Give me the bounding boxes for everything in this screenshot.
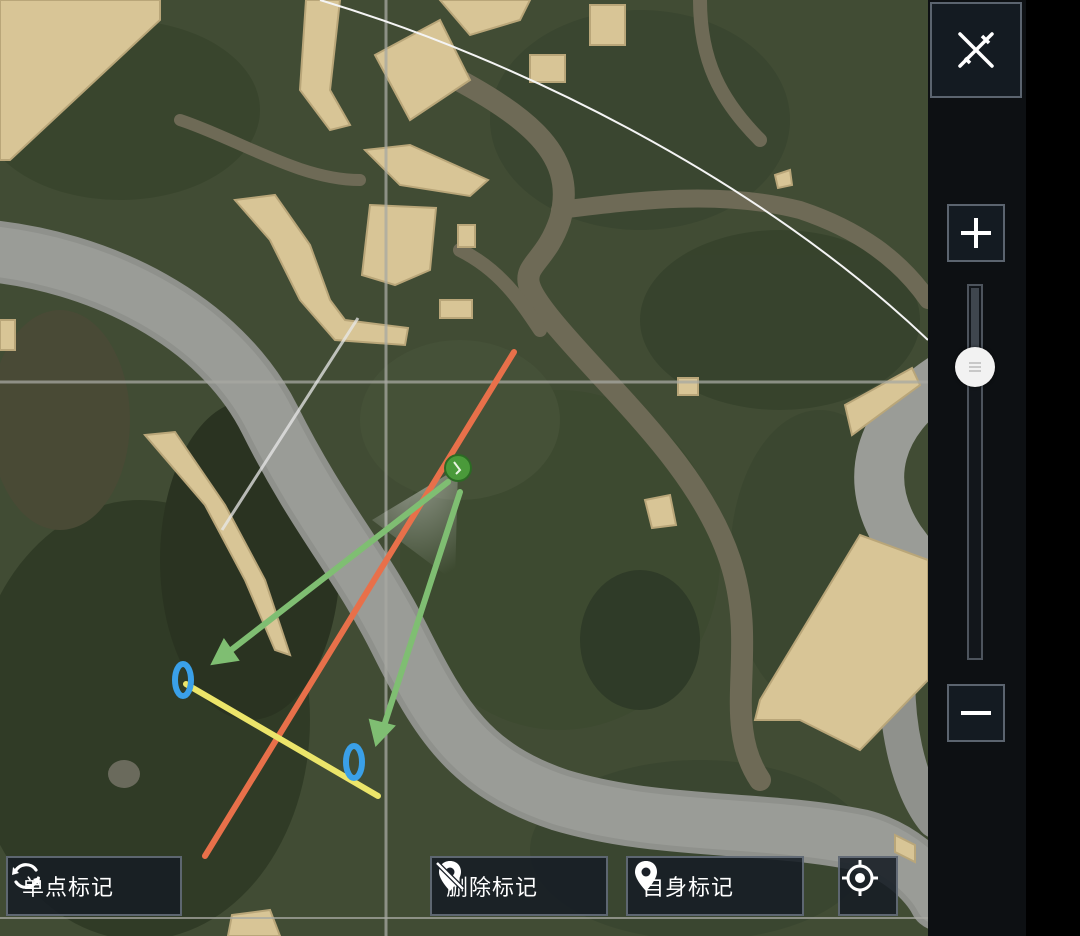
close-map-button[interactable]	[930, 2, 1022, 98]
close-icon	[958, 32, 994, 68]
self-mark-button[interactable]: 自身标记	[626, 856, 804, 916]
zoom-out-button[interactable]	[947, 684, 1005, 742]
crosshair-icon	[842, 860, 878, 896]
screen-edge	[1026, 0, 1080, 936]
player-location-marker	[444, 454, 472, 482]
locate-self-button[interactable]	[838, 856, 898, 916]
minus-icon	[961, 711, 991, 715]
marker-remove-icon	[435, 861, 465, 891]
delete-mark-button[interactable]: 删除标记	[430, 856, 608, 916]
map-terrain	[0, 0, 928, 936]
grip-icon	[969, 362, 981, 372]
zoom-slider-track[interactable]	[967, 284, 983, 660]
zoom-slider-thumb[interactable]	[955, 347, 995, 388]
plus-icon	[961, 218, 991, 248]
rock	[108, 760, 140, 788]
location-pin-icon	[635, 861, 657, 891]
zoom-in-button[interactable]	[947, 204, 1005, 262]
single-mark-button[interactable]: 单点标记	[6, 856, 182, 916]
refresh-circle-icon	[12, 863, 40, 889]
map-view[interactable]: 单点标记 删除标记 自身标记	[0, 0, 928, 936]
game-map-screen: 单点标记 删除标记 自身标记	[0, 0, 1080, 936]
